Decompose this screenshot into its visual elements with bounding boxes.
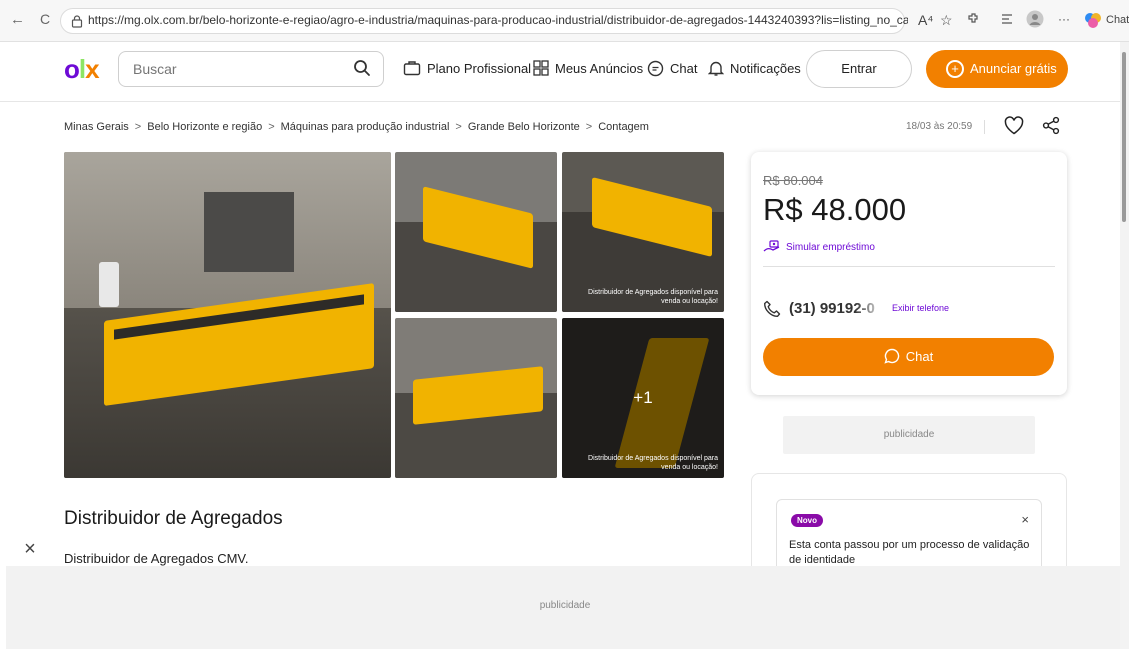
phone-icon [763,300,781,318]
olx-logo[interactable]: olx [64,54,100,85]
phone-mask [855,298,885,320]
chat-link[interactable]: Chat [647,60,697,77]
breadcrumb-item[interactable]: Grande Belo Horizonte [468,121,580,133]
scrollbar-thumb[interactable] [1122,52,1126,222]
post-ad-label: Anunciar grátis [970,61,1057,76]
browser-toolbar: ← C https://mg.olx.com.br/belo-horizonte… [0,0,1129,42]
thumbnail-photo[interactable] [395,152,557,312]
more-menu-icon[interactable]: ··· [1058,12,1070,26]
search-box[interactable] [118,51,384,87]
chat-button-label: Chat [905,349,934,364]
site-info-icon[interactable] [71,15,83,28]
reload-icon[interactable]: C [40,11,50,27]
thumbnail-photo[interactable]: Distribuidor de Agregados disponível par… [562,152,724,312]
profile-avatar-icon[interactable] [1026,10,1044,28]
url-text: https://mg.olx.com.br/belo-horizonte-e-r… [88,13,908,27]
thumbnail-photo[interactable] [395,318,557,478]
copilot-icon[interactable] [1084,11,1102,29]
extensions-icon[interactable] [966,12,980,26]
price-card: R$ 80.004 R$ 48.000 Simular empréstimo (… [751,152,1067,395]
meus-anuncios-link[interactable]: Meus Anúncios [533,60,643,76]
bell-icon [708,61,724,76]
share-icon[interactable] [1042,116,1060,135]
simulate-loan-link[interactable]: Simular empréstimo [763,240,875,254]
back-arrow-icon[interactable]: ← [10,11,25,28]
new-badge: Novo [791,514,823,527]
browser-chat-label[interactable]: Chat [1106,14,1129,26]
login-button[interactable]: Entrar [806,50,912,88]
chat-button[interactable]: Chat [763,338,1054,376]
read-aloud-icon[interactable]: A⁴ [918,12,933,28]
ad-description: Distribuidor de Agregados CMV. [64,551,249,566]
scrollbar[interactable] [1120,42,1129,649]
favorites-star-icon[interactable]: ☆ [940,12,953,29]
add-circle-icon: + [946,60,964,78]
breadcrumb-item[interactable]: Contagem [598,121,649,133]
breadcrumb-separator: > [455,121,462,133]
old-price: R$ 80.004 [763,173,823,188]
post-date: 18/03 às 20:59 [906,121,973,132]
plano-profissional-link[interactable]: Plano Profissional [403,60,531,76]
close-icon[interactable]: × [20,538,40,561]
divider [984,120,985,134]
search-input[interactable] [133,61,333,77]
search-icon[interactable] [353,59,371,77]
grid-icon [533,60,549,76]
ad-slot: publicidade [783,416,1035,454]
bottom-ad-banner: publicidade [6,566,1124,649]
ad-title: Distribuidor de Agregados [64,508,283,529]
main-photo[interactable] [64,152,391,478]
verification-text: Esta conta passou por um processo de val… [789,539,1030,566]
site-header: olx Plano Profissional Meus Anúncios Cha… [0,42,1120,102]
money-hand-icon [763,240,780,252]
price: R$ 48.000 [763,192,907,227]
photo-drum [99,262,119,307]
photo-shadow [204,192,294,272]
heart-icon[interactable] [1004,116,1024,135]
post-ad-button[interactable]: + Anunciar grátis [926,50,1068,88]
briefcase-icon [403,61,421,76]
photo-watermark: Distribuidor de Agregados disponível par… [588,289,718,305]
breadcrumb-item[interactable]: Minas Gerais [64,121,129,133]
breadcrumb: Minas Gerais > Belo Horizonte e região >… [64,121,649,133]
more-photos-tile[interactable]: +1 Distribuidor de Agregados disponível … [562,318,724,478]
close-icon[interactable]: × [1021,512,1029,527]
breadcrumb-separator: > [268,121,275,133]
breadcrumb-separator: > [585,121,593,133]
chat-bubble-icon [647,60,664,77]
breadcrumb-item[interactable]: Máquinas para produção industrial [281,121,450,133]
chat-bubble-icon [884,348,900,364]
collections-icon[interactable] [1000,12,1014,26]
breadcrumb-item[interactable]: Belo Horizonte e região [147,121,262,133]
notificacoes-link[interactable]: Notificações [708,60,801,77]
divider [763,266,1055,267]
breadcrumb-separator: > [134,121,142,133]
show-phone-link[interactable]: Exibir telefone [892,303,949,313]
photo-watermark: Distribuidor de Agregados disponível par… [588,455,718,471]
